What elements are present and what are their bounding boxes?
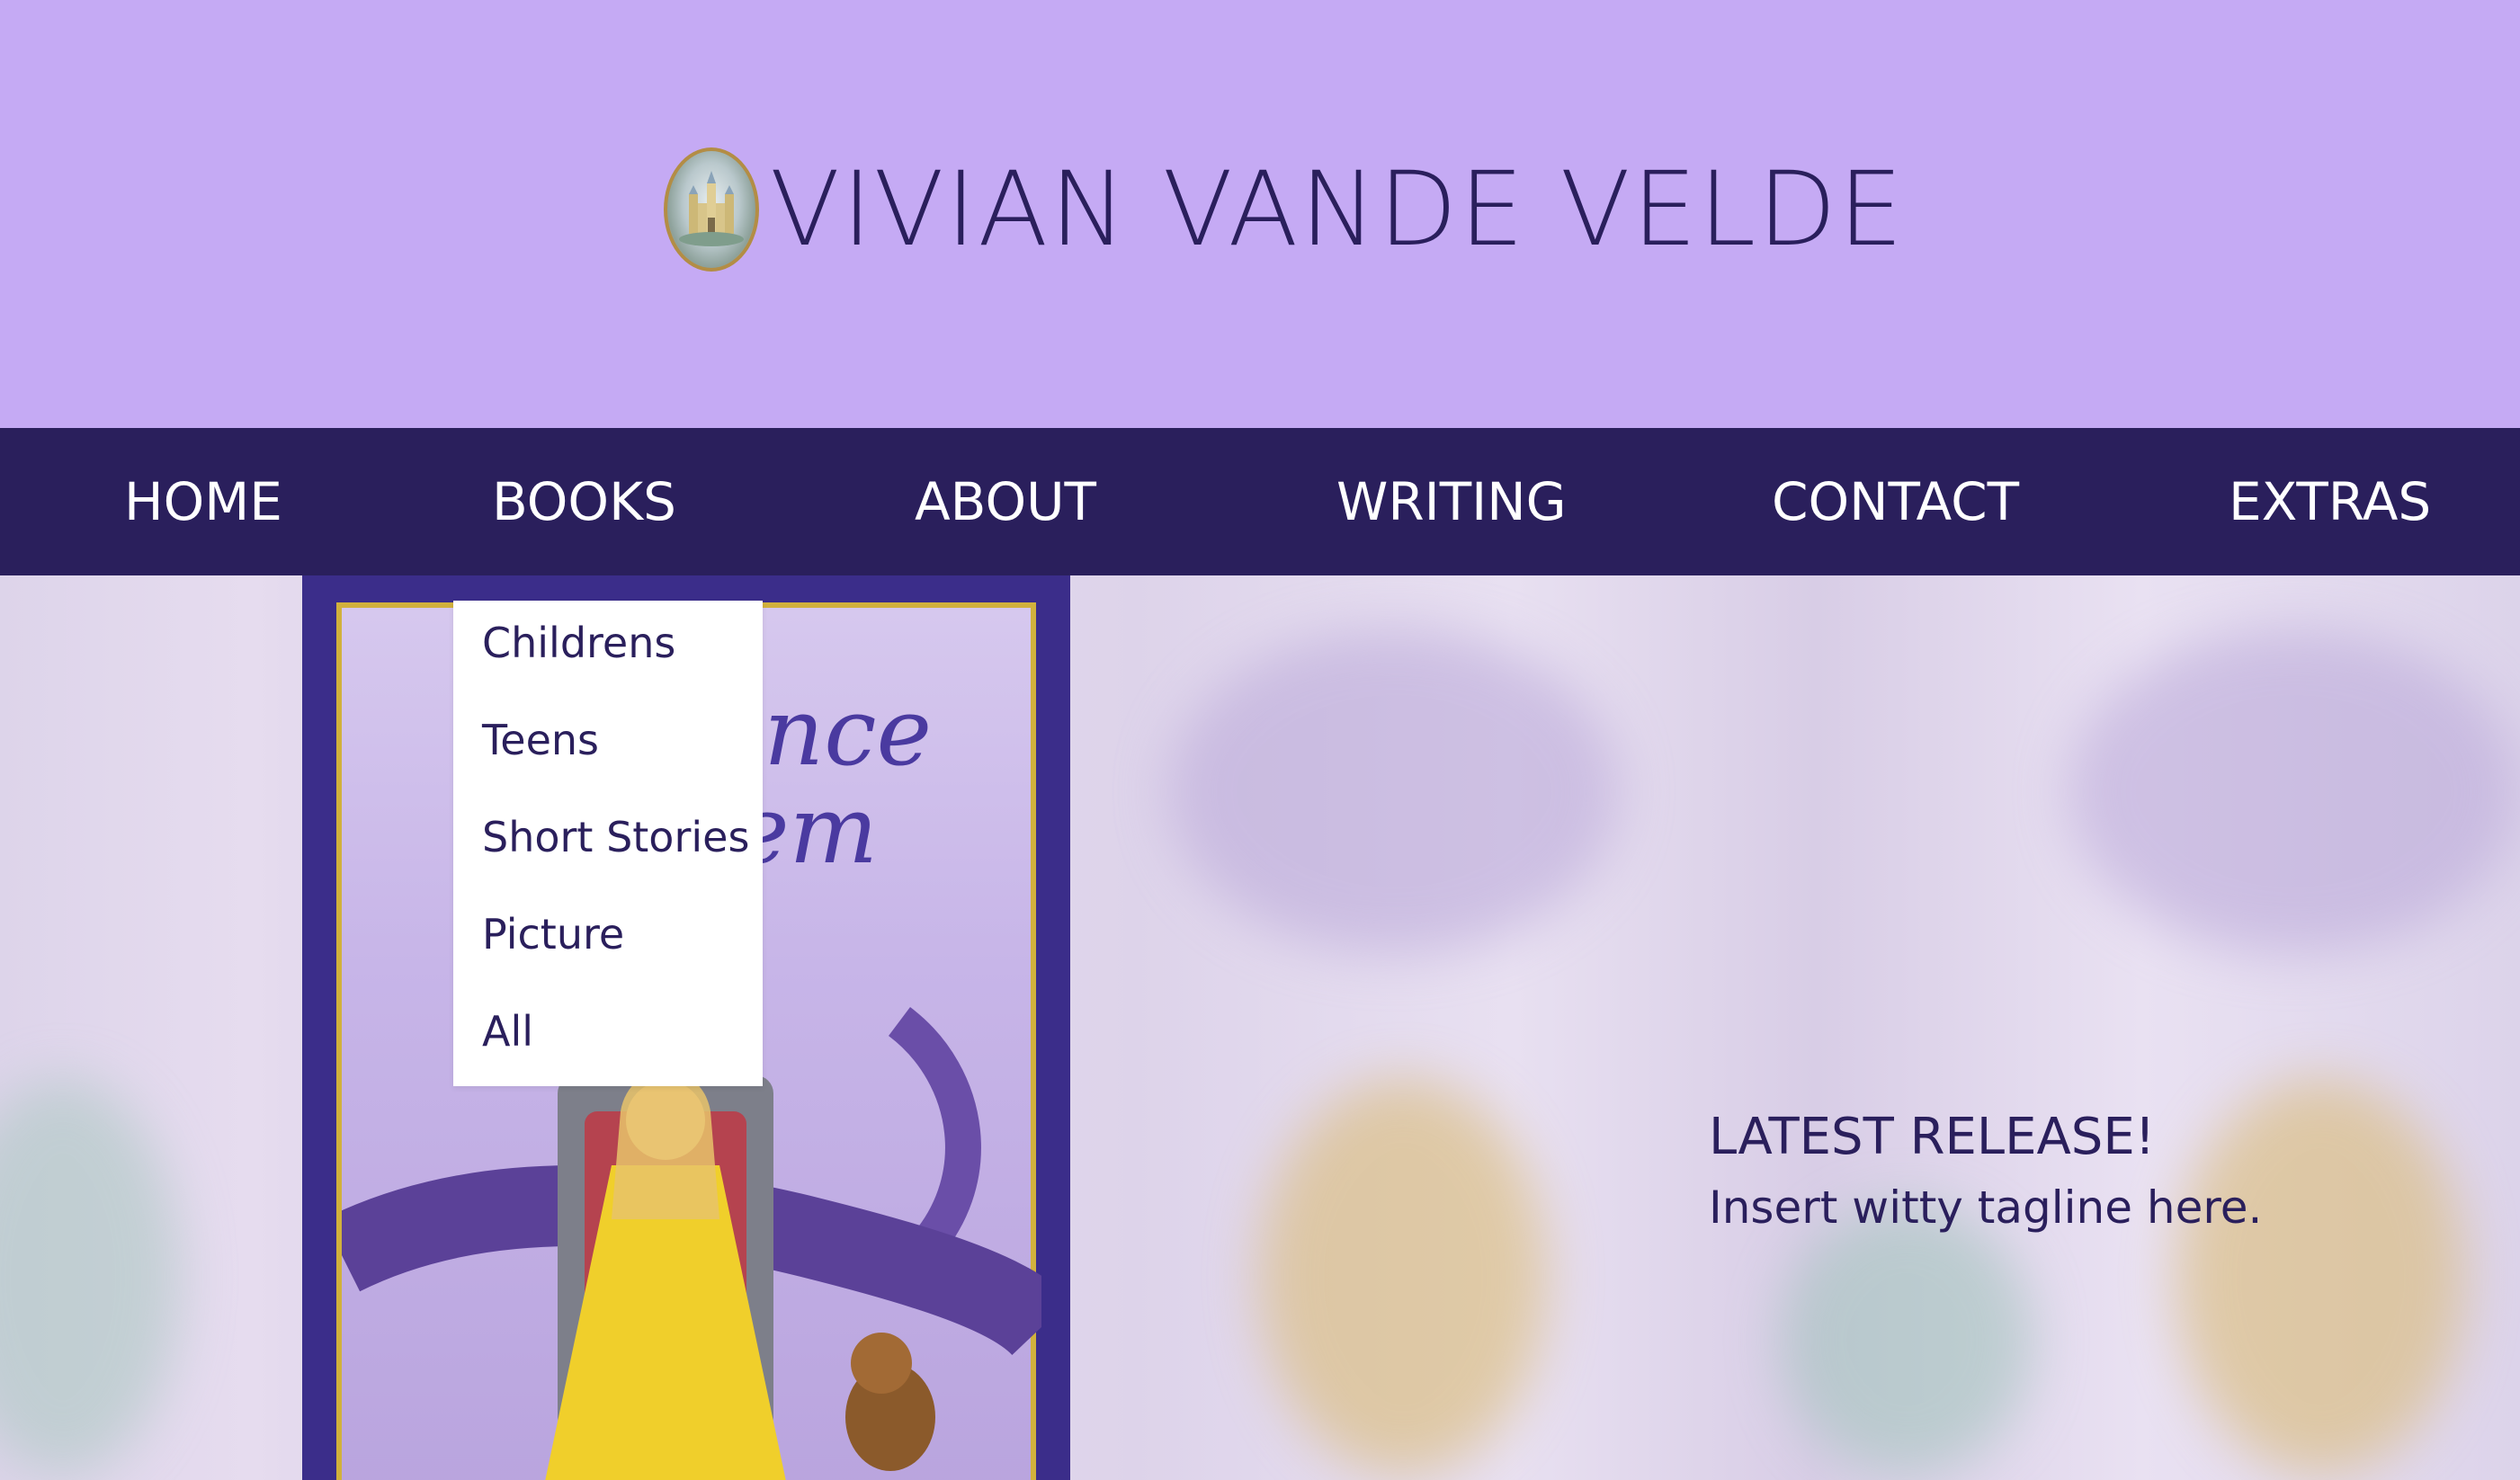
dropdown-item-all[interactable]: All [482,1007,533,1056]
nav-item-books[interactable]: BOOKS [492,428,676,575]
nav-item-extras[interactable]: EXTRAS [2229,428,2431,575]
dropdown-item-picture[interactable]: Picture [482,910,624,958]
site-title[interactable]: VIVIAN VANDE VELDE [770,158,1905,261]
dropdown-item-childrens[interactable]: Childrens [482,619,675,667]
book-cover-title-partial: ince em [734,677,933,886]
nav-item-contact[interactable]: CONTACT [1772,428,2019,575]
nav-item-home[interactable]: HOME [124,428,282,575]
blurred-cover-title [2069,629,2518,953]
latest-release-tagline: Insert witty tagline here. [1709,1181,2263,1234]
blurred-cover-dragon [1781,1205,2033,1475]
books-dropdown-menu: Childrens Teens Short Stories Picture Al… [453,601,763,1086]
nav-item-about[interactable]: ABOUT [915,428,1096,575]
blurred-cover-figure [0,1079,180,1475]
dropdown-item-teens[interactable]: Teens [482,716,599,764]
brand[interactable]: VIVIAN VANDE VELDE [664,142,1905,277]
dropdown-item-short-stories[interactable]: Short Stories [482,813,749,861]
castle-medallion-icon[interactable] [664,147,759,272]
site-header: VIVIAN VANDE VELDE [0,0,2520,428]
latest-release-heading: LATEST RELEASE! [1709,1108,2156,1166]
nav-item-writing[interactable]: WRITING [1336,428,1567,575]
blurred-cover-figure [2176,1079,2464,1475]
blurred-cover-figure [1259,1079,1547,1475]
blurred-cover-title [1169,629,1619,953]
main-nav: HOME BOOKS ABOUT WRITING CONTACT EXTRAS [0,428,2520,575]
